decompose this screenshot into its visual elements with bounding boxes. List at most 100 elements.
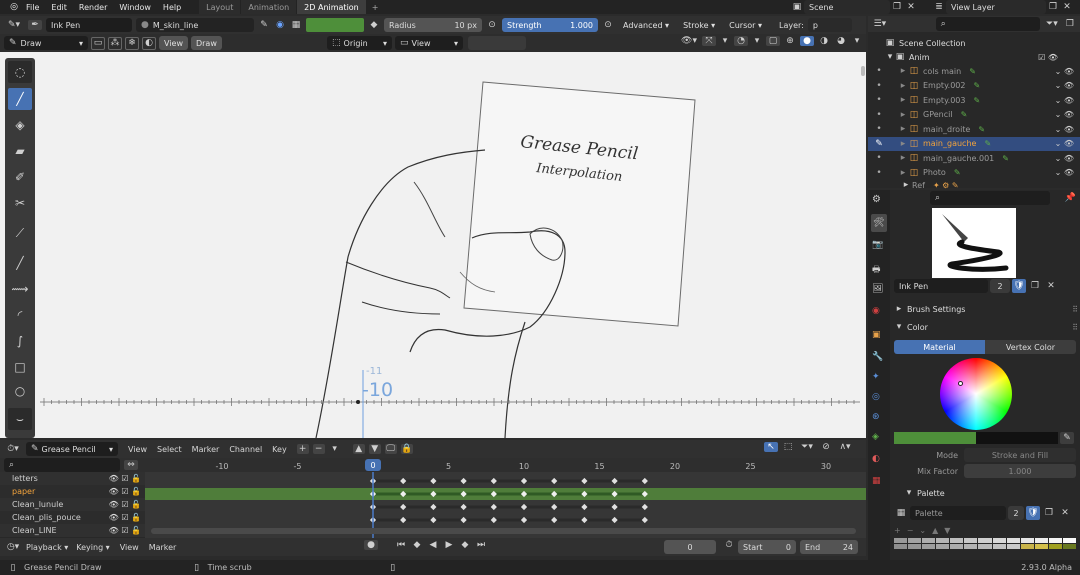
filter-icon[interactable]: ⏷▾ <box>1044 19 1060 29</box>
eyedropper-tool-icon[interactable]: ⟋ <box>8 222 32 244</box>
view-menu[interactable]: View <box>159 36 188 50</box>
palette-swatch[interactable] <box>922 544 936 549</box>
visibility-icon[interactable]: ⌄ 👁 <box>1055 125 1074 134</box>
palette-swatch[interactable] <box>908 538 922 543</box>
view-layer-tab-icon[interactable]: 🖼 <box>872 284 883 294</box>
channel-toggles-icon[interactable]: 👁 ☑ 🔓 <box>109 500 141 509</box>
palette-swatch[interactable] <box>936 544 950 549</box>
color-value-bar[interactable] <box>894 432 1058 444</box>
keyframe[interactable] <box>611 516 618 524</box>
dopesheet-mode-selector[interactable]: ✎ Grease Pencil ▾ <box>26 442 118 456</box>
delete-view-layer-icon[interactable]: ✕ <box>1060 2 1074 12</box>
dopesheet-menu-channel[interactable]: Channel <box>229 445 262 454</box>
gizmo-icon[interactable]: ⤧ <box>702 36 716 46</box>
palette-swatch[interactable] <box>1020 544 1034 549</box>
channel-row[interactable]: paper 👁 ☑ 🔓 <box>0 485 145 498</box>
palette-swatch[interactable] <box>908 544 922 549</box>
fill-tool-icon[interactable]: ◈ <box>8 114 32 136</box>
line-tool-icon[interactable]: ╱ <box>8 252 32 274</box>
props-editor-icon[interactable]: ⚙ <box>872 194 881 205</box>
material-tab-icon[interactable]: ◐ <box>872 454 880 464</box>
keyframe[interactable] <box>460 477 467 485</box>
lock-layer-icon[interactable]: 🔒 <box>400 444 413 454</box>
keyframe[interactable] <box>520 516 528 524</box>
gizmo-dropdown-icon[interactable]: ▾ <box>719 36 731 46</box>
shading-dropdown-icon[interactable]: ▾ <box>851 36 863 46</box>
arc-tool-icon[interactable]: ◜ <box>8 304 32 326</box>
tint-tool-icon[interactable]: ✐ <box>8 166 32 188</box>
palette-menu-icon[interactable]: ⌄ <box>919 526 926 535</box>
snap-icon[interactable]: ⊘ <box>819 442 833 452</box>
isolate-layer-icon[interactable]: 🖵 <box>384 444 397 454</box>
palette-swatch[interactable] <box>978 544 992 549</box>
active-edit-icon[interactable]: ✎ <box>874 139 884 149</box>
add-layer-icon[interactable]: + <box>296 444 309 454</box>
channel-search[interactable]: ⌕ <box>4 458 120 472</box>
palette-swatch[interactable] <box>1062 538 1076 543</box>
palette-swatch[interactable] <box>1048 544 1062 549</box>
palette-name-field[interactable]: Palette <box>910 506 1006 520</box>
palette-users-field[interactable]: 2 <box>1008 506 1024 520</box>
outliner-item[interactable]: • ▸ ◫ Photo ✎ ⌄ 👁 <box>868 166 1080 181</box>
menu-help[interactable]: Help <box>163 3 181 12</box>
visibility-icon[interactable]: ⌄ 👁 <box>1055 154 1074 163</box>
start-frame-field[interactable]: Start 0 <box>738 540 796 554</box>
tab-2d-animation[interactable]: 2D Animation <box>297 0 366 14</box>
dopesheet-keyframes[interactable]: -10-5051015202530 0 <box>145 458 866 538</box>
palette-swatch[interactable] <box>1034 538 1048 543</box>
fake-user-icon[interactable]: 🛡 <box>1012 279 1026 293</box>
keyframe[interactable] <box>611 477 618 485</box>
output-tab-icon[interactable]: 🖶 <box>872 262 881 278</box>
expand-icon[interactable]: ▸ <box>898 124 908 134</box>
dopesheet-menu-key[interactable]: Key <box>272 445 287 454</box>
overlay-icon[interactable]: ◔ <box>734 36 748 46</box>
visibility-icon[interactable]: ⌄ 👁 <box>1055 168 1074 177</box>
guides-button[interactable] <box>468 36 526 50</box>
move-layer-up-icon[interactable]: ▲ <box>352 444 365 454</box>
dot-icon[interactable]: • <box>874 110 884 120</box>
menu-window[interactable]: Window <box>119 3 151 12</box>
dot-icon[interactable]: • <box>874 66 884 76</box>
tab-animation[interactable]: Animation <box>241 0 297 14</box>
draw-tool-icon[interactable]: ✎▾ <box>4 20 24 30</box>
origin-selector[interactable]: ⬚ Origin ▾ <box>327 36 392 50</box>
color-eyedropper-icon[interactable]: ✎ <box>1060 432 1074 444</box>
palette-swatch[interactable] <box>936 538 950 543</box>
polyline-tool-icon[interactable]: ⟿ <box>8 278 32 300</box>
expand-icon[interactable]: ▸ <box>898 153 908 163</box>
viewport-scrollbar[interactable] <box>861 66 865 76</box>
filter-dropdown-icon[interactable]: ⏷▾ <box>798 442 816 452</box>
menu-edit[interactable]: Edit <box>51 3 67 12</box>
outliner-item[interactable]: • ▸ ◫ main_gauche.001 ✎ ⌄ 👁 <box>868 151 1080 166</box>
channel-row[interactable]: letters 👁 ☑ 🔓 <box>0 472 145 485</box>
eyedropper-icon[interactable]: ✎ <box>258 20 270 30</box>
brush-selector[interactable]: Ink Pen <box>46 18 132 32</box>
show-hidden-icon[interactable]: ⬚ <box>781 442 795 452</box>
expand-icon[interactable]: ▾ <box>886 52 894 62</box>
new-scene-icon[interactable]: ❐ <box>890 2 904 12</box>
jump-end-icon[interactable]: ⏭ <box>474 540 488 550</box>
strength-field[interactable]: Strength 1.000 <box>502 18 598 32</box>
expand-icon[interactable]: ▸ <box>898 168 908 178</box>
prev-keyframe-icon[interactable]: ◆ <box>410 540 424 550</box>
advanced-dropdown[interactable]: Advanced ▾ <box>618 18 675 32</box>
draw-menu[interactable]: Draw <box>190 36 222 50</box>
remove-color-icon[interactable]: − <box>907 526 914 535</box>
new-collection-icon[interactable]: ❐ <box>1064 19 1076 29</box>
record-icon[interactable]: ● <box>364 540 378 550</box>
render-tab-icon[interactable]: 📷 <box>872 240 883 250</box>
keyframe[interactable] <box>490 477 497 485</box>
cursor-dropdown[interactable]: Cursor ▾ <box>724 18 767 32</box>
cursor-tool-icon[interactable]: ◌ <box>8 61 32 83</box>
palette-swatch[interactable] <box>978 538 992 543</box>
duplicate-brush-icon[interactable]: ❐ <box>1028 281 1042 291</box>
dot-icon[interactable]: • <box>874 81 884 91</box>
tab-vertex-color[interactable]: Vertex Color <box>985 340 1076 354</box>
keyframe[interactable] <box>460 516 467 524</box>
dopesheet-menu-view[interactable]: View <box>128 445 147 454</box>
dopesheet-hscrollbar[interactable] <box>151 528 856 534</box>
viewport-canvas[interactable]: Grease Pencil Interpolation -11 -10 <box>40 52 860 438</box>
keyframe[interactable] <box>430 503 437 511</box>
keyframe[interactable] <box>551 516 558 524</box>
move-layer-down-icon[interactable]: ▼ <box>368 444 381 454</box>
